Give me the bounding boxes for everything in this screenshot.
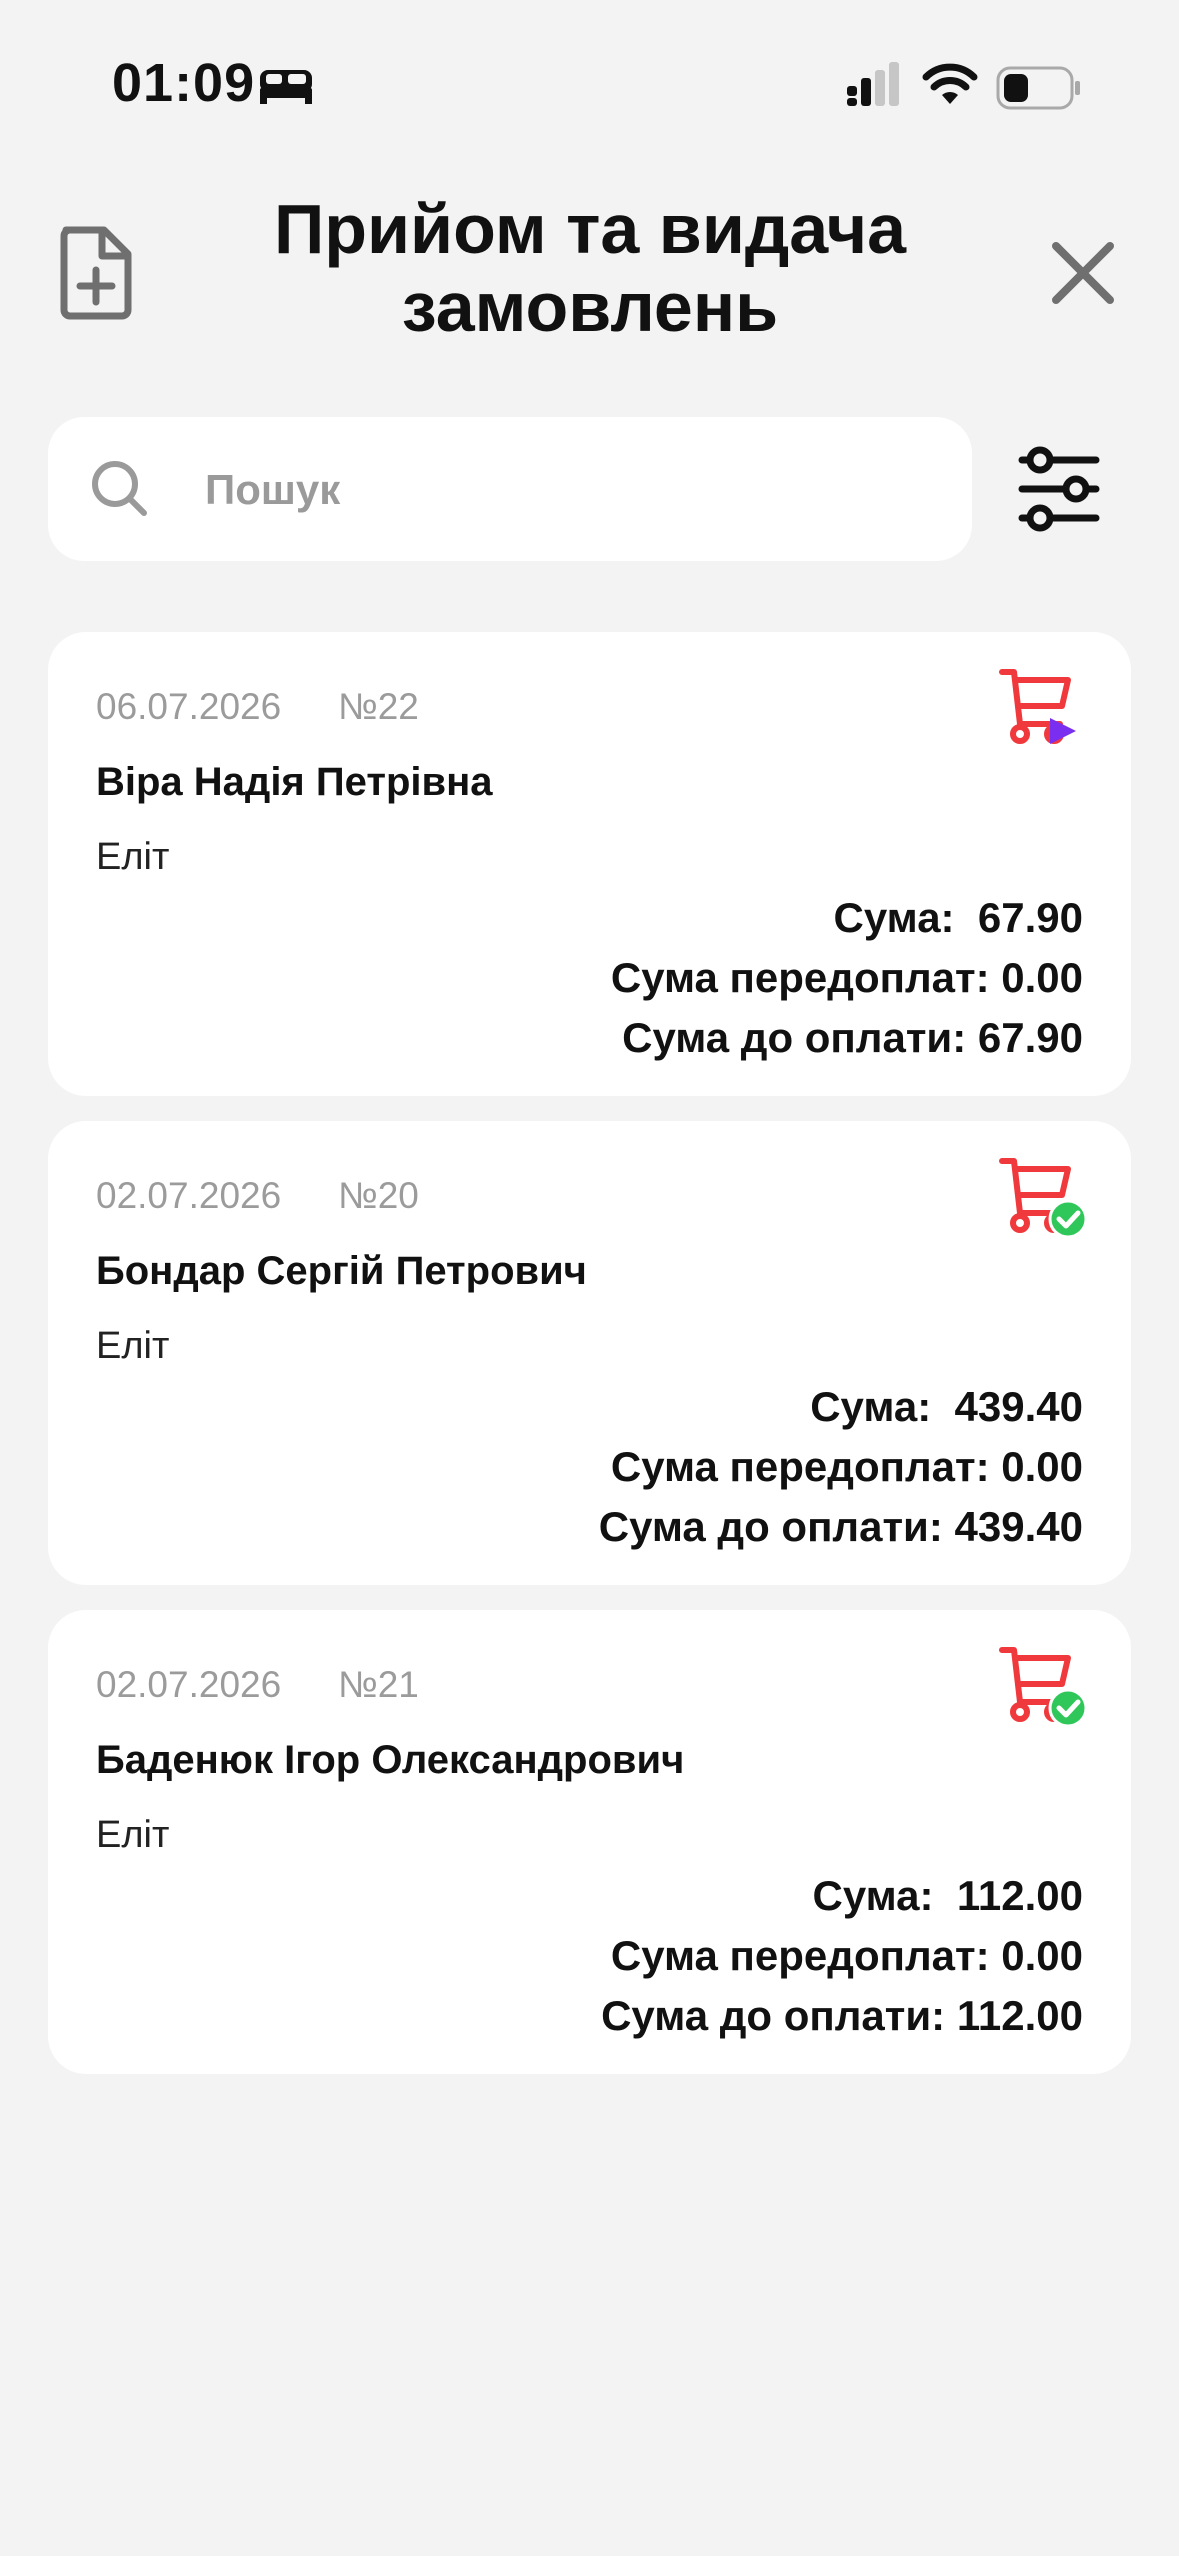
wifi-icon xyxy=(922,63,978,104)
order-number: №20 xyxy=(338,1175,419,1216)
order-to-pay: Сума до оплати: 112.00 xyxy=(601,1992,1083,2039)
orders-list: 06.07.2026 №22 Віра Надія Петрівна Еліт … xyxy=(48,632,1131,2099)
customer-group: Еліт xyxy=(96,1325,170,1367)
order-to-pay: Сума до оплати: 67.90 xyxy=(622,1014,1083,1061)
search-input[interactable] xyxy=(203,449,927,531)
battery-icon xyxy=(996,66,1080,110)
order-number: №22 xyxy=(338,686,419,727)
search-bar[interactable] xyxy=(48,417,972,561)
customer-name: Баденюк Ігор Олександрович xyxy=(96,1738,685,1782)
order-prepaid: Сума передоплат: 0.00 xyxy=(610,954,1083,1001)
cart-check-icon xyxy=(999,1647,1088,1728)
page-title: Прийом та видача замовлень xyxy=(273,190,907,346)
order-prepaid: Сума передоплат: 0.00 xyxy=(610,1932,1083,1979)
order-sum: Сума: 439.40 xyxy=(810,1383,1083,1430)
status-time: 01:09 xyxy=(112,53,256,113)
order-date: 06.07.2026 xyxy=(96,686,282,727)
cellular-signal-icon xyxy=(847,62,899,106)
sliders-icon xyxy=(1018,446,1100,532)
filter-button[interactable] xyxy=(1018,444,1100,534)
status-bar: 01:09 xyxy=(0,0,1179,150)
cart-play-icon xyxy=(999,669,1076,744)
order-date: 02.07.2026 xyxy=(96,1664,282,1705)
order-card[interactable]: 02.07.2026 №20 Бондар Сергій Петрович Ел… xyxy=(48,1121,1131,1585)
sleep-focus-icon xyxy=(260,70,312,104)
order-card[interactable]: 06.07.2026 №22 Віра Надія Петрівна Еліт … xyxy=(48,632,1131,1096)
customer-name: Бондар Сергій Петрович xyxy=(96,1249,587,1293)
order-card[interactable]: 02.07.2026 №21 Баденюк Ігор Олександрови… xyxy=(48,1610,1131,2074)
order-prepaid: Сума передоплат: 0.00 xyxy=(610,1443,1083,1490)
search-icon xyxy=(92,461,147,516)
order-date: 02.07.2026 xyxy=(96,1175,282,1216)
close-button[interactable] xyxy=(1048,238,1118,308)
cart-check-icon xyxy=(999,1158,1088,1239)
customer-name: Віра Надія Петрівна xyxy=(96,760,493,804)
customer-group: Еліт xyxy=(96,1814,170,1856)
new-order-button[interactable] xyxy=(58,226,134,320)
order-sum: Сума: 67.90 xyxy=(833,894,1083,941)
file-plus-icon xyxy=(60,226,132,320)
order-number: №21 xyxy=(338,1664,419,1705)
app-header: Прийом та видача замовлень xyxy=(0,180,1179,360)
order-sum: Сума: 112.00 xyxy=(812,1872,1084,1919)
order-to-pay: Сума до оплати: 439.40 xyxy=(598,1503,1083,1550)
close-icon xyxy=(1052,242,1114,304)
customer-group: Еліт xyxy=(96,836,170,878)
